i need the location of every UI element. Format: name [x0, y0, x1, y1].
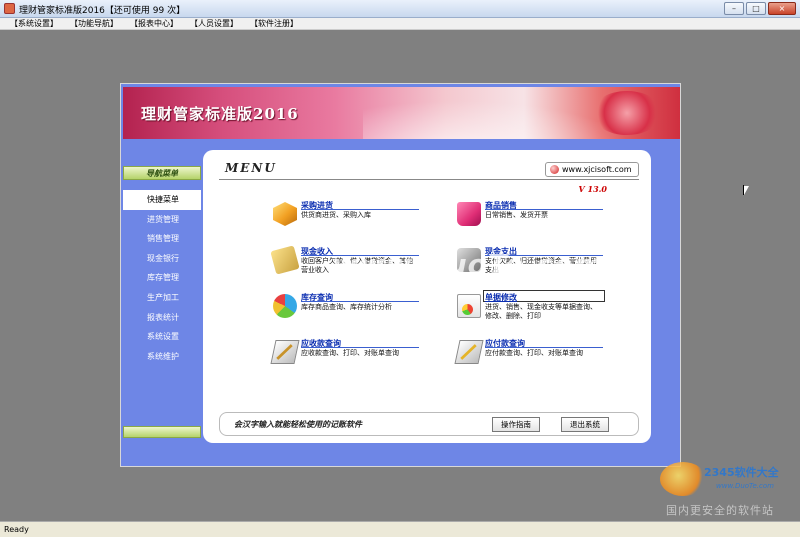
cash-in-icon[interactable] — [270, 245, 300, 275]
window-controls: – □ × — [724, 2, 796, 15]
nav-footer — [123, 426, 201, 438]
nav-item-quick-menu[interactable]: 快捷菜单 — [123, 190, 201, 210]
globe-icon — [550, 165, 559, 174]
nav-item-system-maintenance[interactable]: 系统维护 — [123, 347, 201, 367]
nav-header: 导航菜单 — [123, 166, 201, 180]
website-url[interactable]: www.xjcisoft.com — [562, 165, 632, 174]
banner-flower-graphic — [592, 91, 662, 135]
func-receivable-query-desc: 应收款查询、打印、对账单查询 — [301, 349, 399, 357]
corner-url: www.DuoTe.com — [716, 482, 774, 490]
center-watermark: www.DuoTe.com — [332, 248, 604, 281]
title-bar: 理财管家标准版2016【还可使用 99 次】 – □ × — [0, 0, 800, 18]
nav-list: 快捷菜单 进货管理 销售管理 现金银行 库存管理 生产加工 报表统计 系统设置 … — [123, 190, 201, 366]
close-button[interactable]: × — [768, 2, 796, 15]
func-inventory-query[interactable]: 库存查询 库存商品查询、库存统计分析 — [273, 292, 453, 326]
navigation-sidebar: 导航菜单 快捷菜单 进货管理 销售管理 现金银行 库存管理 生产加工 报表统计 … — [123, 158, 201, 440]
banner-title: 理财管家标准版2016 — [141, 105, 299, 123]
child-window-right-strip — [652, 158, 678, 440]
nav-item-sales[interactable]: 销售管理 — [123, 229, 201, 249]
menu-bar: 【系统设置】 【功能导航】 【报表中心】 【人员设置】 【软件注册】 — [0, 18, 800, 30]
nav-header-label: 导航菜单 — [146, 168, 178, 178]
bottom-bar: 会汉字输入就能轻松使用的记账软件 操作指南 退出系统 — [219, 412, 639, 436]
menu-software-register[interactable]: 【软件注册】 — [244, 18, 304, 29]
menu-title: MENU — [225, 161, 277, 175]
menu-staff-settings[interactable]: 【人员设置】 — [184, 18, 244, 29]
document-chart-icon[interactable] — [457, 294, 481, 318]
nav-item-purchase[interactable]: 进货管理 — [123, 210, 201, 230]
func-purchase[interactable]: 采购进货 供货商进货、采购入库 — [273, 200, 453, 234]
nav-item-cash-bank[interactable]: 现金银行 — [123, 249, 201, 269]
func-purchase-desc: 供货商进货、采购入库 — [301, 211, 371, 219]
corner-logo: 2345软件大全 www.DuoTe.com — [660, 458, 800, 502]
func-divider — [485, 347, 603, 348]
guide-button[interactable]: 操作指南 — [492, 417, 540, 432]
window-title: 理财管家标准版2016【还可使用 99 次】 — [19, 6, 186, 16]
receivable-pen-icon[interactable] — [270, 340, 300, 364]
nav-item-reports[interactable]: 报表统计 — [123, 308, 201, 328]
func-sales[interactable]: 商品销售 日常销售、发货开票 — [457, 200, 637, 234]
website-link[interactable]: www.xjcisoft.com — [545, 162, 639, 177]
header-banner: 理财管家标准版2016 — [123, 87, 680, 139]
nav-item-system-settings[interactable]: 系统设置 — [123, 327, 201, 347]
nav-item-inventory[interactable]: 库存管理 — [123, 268, 201, 288]
quick-menu-panel: MENU www.xjcisoft.com V 13.0 采购进货 供货商进货、… — [203, 150, 651, 443]
status-bar: Ready — [0, 521, 800, 537]
corner-brand: 2345软件大全 — [704, 466, 779, 479]
mouse-cursor-icon — [743, 185, 749, 195]
cube-icon[interactable] — [273, 202, 297, 226]
func-receivable-query[interactable]: 应收款查询 应收款查询、打印、对账单查询 — [270, 338, 453, 372]
version-label: V 13.0 — [578, 184, 607, 194]
logo-mark-icon — [660, 462, 706, 496]
app-icon — [4, 3, 15, 14]
func-inventory-query-desc: 库存商品查询、库存统计分析 — [301, 303, 392, 311]
func-voucher-edit-desc: 进货、销售、现金收支等单据查询、修改、删除、打印 — [485, 303, 597, 320]
menu-function-nav[interactable]: 【功能导航】 — [64, 18, 124, 29]
func-divider — [301, 301, 419, 302]
menu-header: MENU www.xjcisoft.com — [219, 160, 639, 180]
exit-button[interactable]: 退出系统 — [561, 417, 609, 432]
pie-chart-icon[interactable] — [273, 294, 297, 318]
maximize-button[interactable]: □ — [746, 2, 766, 15]
func-sales-desc: 日常销售、发货开票 — [485, 211, 548, 219]
nav-item-production[interactable]: 生产加工 — [123, 288, 201, 308]
func-payable-query-desc: 应付款查询、打印、对账单查询 — [485, 349, 583, 357]
func-payable-query[interactable]: 应付款查询 应付款查询、打印、对账单查询 — [454, 338, 637, 372]
func-voucher-edit-name[interactable]: 单据修改 — [485, 292, 517, 303]
func-divider — [485, 209, 603, 210]
func-voucher-edit[interactable]: 单据修改 进货、销售、现金收支等单据查询、修改、删除、打印 — [457, 290, 637, 326]
status-text: Ready — [4, 525, 29, 534]
minimize-button[interactable]: – — [724, 2, 744, 15]
payable-pen-icon[interactable] — [454, 340, 484, 364]
slogan: 会汉字输入就能轻松使用的记账软件 — [234, 419, 362, 429]
corner-tagline: 国内更安全的软件站 — [666, 504, 774, 517]
shopping-bag-icon[interactable] — [457, 202, 481, 226]
func-divider — [301, 347, 419, 348]
menu-system-settings[interactable]: 【系统设置】 — [4, 18, 64, 29]
func-divider — [301, 209, 419, 210]
menu-report-center[interactable]: 【报表中心】 — [124, 18, 184, 29]
